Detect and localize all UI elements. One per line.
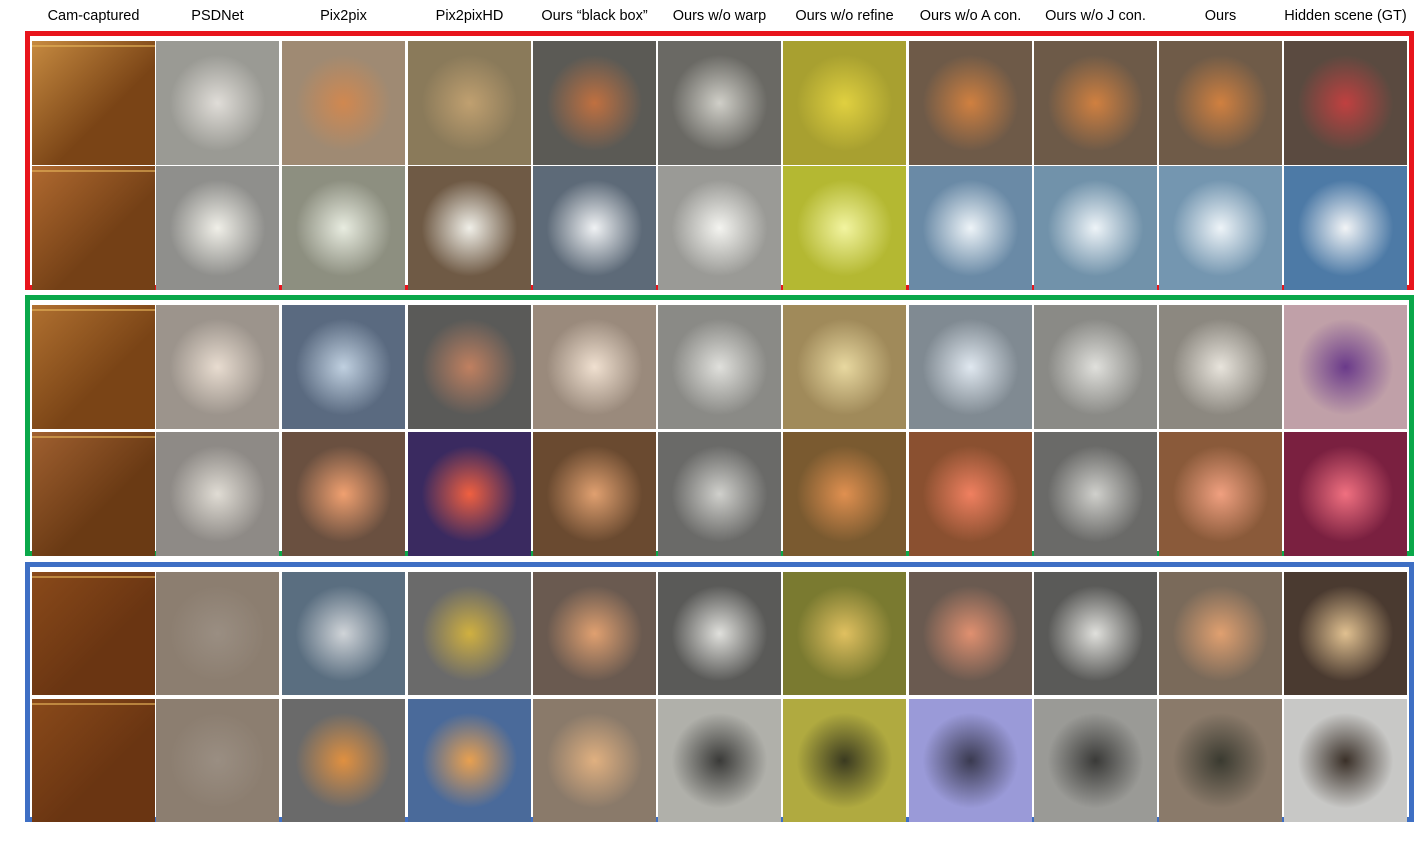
result-image [408,699,531,822]
result-image [909,572,1032,695]
result-image [32,166,155,290]
result-image [1284,432,1407,556]
result-image [32,572,155,695]
result-group [25,31,1414,290]
result-image [282,305,405,429]
column-header: Ours w/o warp [672,8,767,24]
column-header: Ours w/o J con. [1045,8,1146,24]
result-image [282,432,405,556]
result-image [1034,699,1157,822]
sensor-stripe [32,45,155,47]
result-image [282,699,405,822]
result-image [658,41,781,165]
sensor-stripe [32,576,155,578]
result-image [1284,699,1407,822]
result-image [32,41,155,165]
result-image [658,432,781,556]
result-image [408,572,531,695]
result-image [533,166,656,290]
result-image [533,572,656,695]
result-group [25,295,1414,556]
result-group [25,562,1414,822]
result-image [1159,305,1282,429]
result-image [1034,305,1157,429]
result-image [32,432,155,556]
column-header: Pix2pix [320,8,367,24]
column-header: Ours w/o A con. [919,8,1022,24]
result-image [1034,166,1157,290]
result-image [1284,166,1407,290]
result-image [783,572,906,695]
result-image [1159,41,1282,165]
result-image [1034,432,1157,556]
result-image [32,305,155,429]
result-image [658,699,781,822]
column-header: Ours [1204,8,1237,24]
column-header: Cam-captured [47,8,140,24]
result-image [408,41,531,165]
result-image [533,305,656,429]
sensor-stripe [32,170,155,172]
result-image [282,41,405,165]
sensor-stripe [32,436,155,438]
result-image [408,166,531,290]
result-image [1284,305,1407,429]
column-header: Pix2pixHD [435,8,504,24]
result-image [156,432,279,556]
result-image [909,305,1032,429]
result-image [909,166,1032,290]
result-image [783,305,906,429]
result-image [156,166,279,290]
result-image [533,699,656,822]
result-image [1159,432,1282,556]
column-header-row: Cam-captured PSDNet Pix2pix Pix2pixHD Ours “… [0,0,1427,34]
result-image [533,41,656,165]
result-image [32,699,155,822]
result-image [156,41,279,165]
result-image [156,699,279,822]
result-image [282,166,405,290]
result-image [533,432,656,556]
result-image [909,432,1032,556]
column-header: Ours “black box” [541,8,648,24]
result-image [909,699,1032,822]
result-image [156,305,279,429]
result-image [1034,41,1157,165]
result-image [1284,41,1407,165]
result-image [658,572,781,695]
result-image [408,432,531,556]
result-image [1159,699,1282,822]
result-image [1159,572,1282,695]
result-image [156,572,279,695]
result-image [408,305,531,429]
sensor-stripe [32,309,155,311]
result-image [783,41,906,165]
sensor-stripe [32,703,155,705]
result-image [282,572,405,695]
column-header: Hidden scene (GT) [1284,8,1407,24]
column-header: Ours w/o refine [795,8,894,24]
result-image [783,432,906,556]
result-image [783,166,906,290]
result-image [1159,166,1282,290]
result-image [909,41,1032,165]
result-image [658,305,781,429]
result-image [1284,572,1407,695]
column-header: PSDNet [191,8,244,24]
result-image [783,699,906,822]
result-image [1034,572,1157,695]
result-image [658,166,781,290]
